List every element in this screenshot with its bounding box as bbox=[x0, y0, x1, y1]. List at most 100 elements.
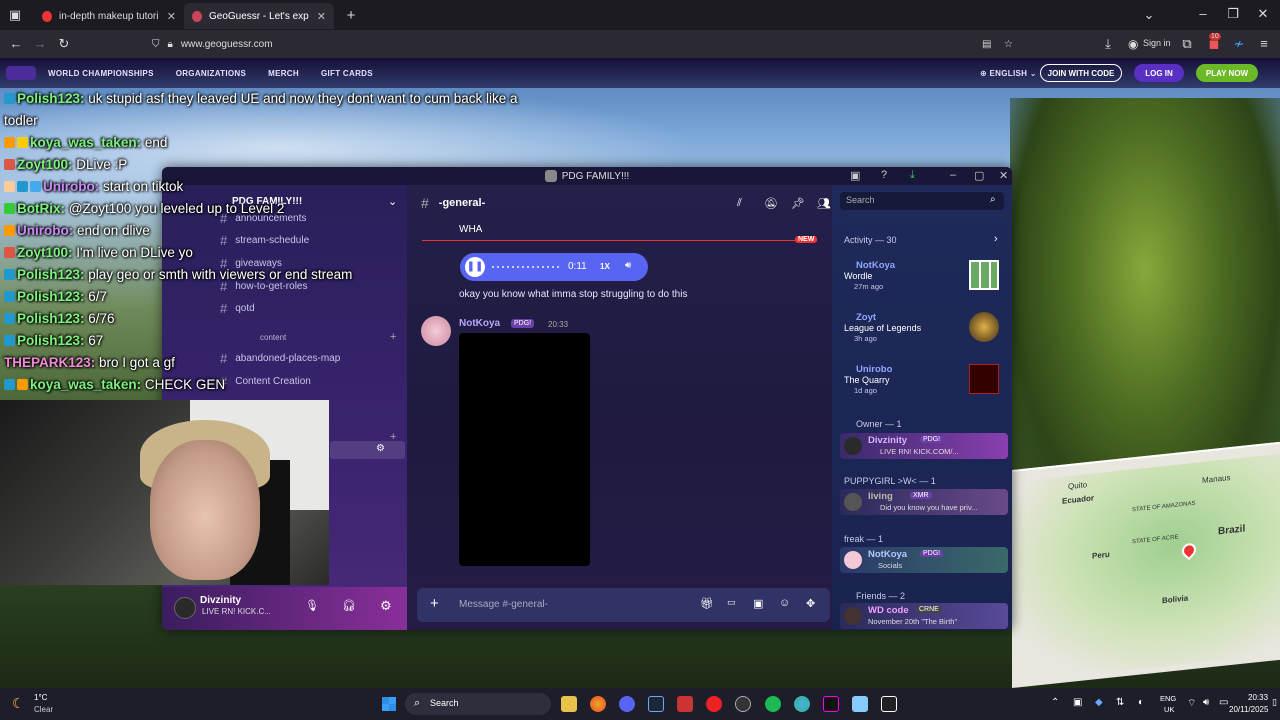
play-now-button[interactable]: PLAY NOW bbox=[1196, 64, 1258, 82]
geoguessr-logo[interactable] bbox=[6, 66, 36, 80]
mute-icon[interactable]: 🔕︎ bbox=[764, 197, 778, 210]
member-row[interactable]: NotKoya PDG! Socials bbox=[840, 547, 1008, 573]
app-icon[interactable] bbox=[852, 696, 868, 712]
nav-world-championships[interactable]: WORLD CHAMPIONSHIPS bbox=[48, 69, 154, 78]
battery-icon[interactable]: ▭ bbox=[1219, 697, 1228, 708]
avatar[interactable] bbox=[174, 597, 196, 619]
app-icon[interactable] bbox=[706, 696, 722, 712]
edge-icon[interactable] bbox=[794, 696, 810, 712]
settings-icon[interactable]: ⚙ bbox=[380, 598, 392, 614]
message-input[interactable]: Message #-general- bbox=[459, 599, 548, 610]
activity-item[interactable]: NotKoya Wordle 27m ago bbox=[844, 260, 1004, 306]
close-window-icon[interactable]: ✕ bbox=[1252, 6, 1274, 22]
server-icon bbox=[544, 170, 557, 182]
apps-icon[interactable]: ✥ bbox=[806, 597, 815, 610]
nav-merch[interactable]: MERCH bbox=[268, 69, 299, 78]
close-icon[interactable]: ✕ bbox=[167, 10, 176, 23]
help-icon[interactable]: ? bbox=[881, 169, 887, 181]
reader-icon[interactable]: ▤ bbox=[982, 39, 991, 50]
speed-button[interactable]: 1X bbox=[600, 262, 610, 271]
add-attachment-icon[interactable]: + bbox=[430, 595, 439, 612]
volume-icon[interactable]: 🔊︎ bbox=[625, 260, 631, 271]
chevron-down-icon[interactable]: ⌄ bbox=[1138, 7, 1160, 23]
nav-organizations[interactable]: ORGANIZATIONS bbox=[176, 69, 246, 78]
volume-icon[interactable]: 🔊︎ bbox=[1203, 697, 1209, 708]
tray-icon[interactable]: ◐ bbox=[1138, 697, 1144, 708]
forward-icon[interactable]: → bbox=[29, 36, 51, 51]
inbox-icon[interactable]: ▣ bbox=[850, 169, 860, 182]
usb-icon[interactable]: ⇅ bbox=[1116, 697, 1124, 708]
pin-icon[interactable]: 📌︎ bbox=[791, 197, 805, 210]
weather-icon[interactable]: ☾ bbox=[12, 695, 25, 712]
firefox-icon[interactable] bbox=[590, 696, 606, 712]
download-icon[interactable]: ⤓ bbox=[910, 169, 915, 182]
file-explorer-icon[interactable] bbox=[561, 696, 577, 712]
extensions-icon[interactable]: ⧉ bbox=[1176, 36, 1198, 52]
gif-icon[interactable]: ▭ bbox=[727, 597, 736, 608]
browser-toolbar: ← → ↻ ⛉ 🔒︎ www.geoguessr.com ▤ ☆ ⤓ ◉ Sig… bbox=[0, 30, 1280, 58]
tray-icon[interactable]: ◆ bbox=[1095, 697, 1103, 708]
discord-icon[interactable] bbox=[619, 696, 635, 712]
lang-line1[interactable]: ENG bbox=[1160, 694, 1176, 703]
tab-list-icon[interactable]: ▣ bbox=[4, 7, 26, 23]
maximize-icon[interactable]: ▢ bbox=[974, 169, 984, 182]
tab-makeup[interactable]: in-depth makeup tutorial �� ✕ bbox=[34, 3, 184, 29]
search-input[interactable]: Search ⌕ bbox=[840, 192, 1004, 210]
chevron-right-icon[interactable]: › bbox=[994, 233, 998, 245]
tiktok-icon[interactable] bbox=[823, 696, 839, 712]
language-select[interactable]: ⊕ ENGLISH ⌄ bbox=[980, 69, 1037, 78]
obs-icon[interactable] bbox=[735, 696, 751, 712]
headphones-icon[interactable]: 🎧︎ bbox=[342, 599, 356, 612]
selected-channel-row[interactable]: ⚙ bbox=[330, 441, 405, 459]
tray-icon[interactable]: ▣ bbox=[1073, 697, 1082, 708]
new-tab-button[interactable]: + bbox=[340, 7, 362, 24]
minimize-icon[interactable]: – bbox=[950, 169, 956, 181]
microphone-icon[interactable]: 🎙︎ bbox=[305, 599, 319, 612]
tab-geoguessr[interactable]: GeoGuessr - Let's explore the w ✕ bbox=[184, 3, 334, 29]
geoguessr-map[interactable]: Quito Ecuador Manaus STATE OF AMAZONAS P… bbox=[1012, 441, 1280, 688]
activity-item[interactable]: Zoyt League of Legends 3h ago bbox=[844, 312, 1004, 358]
threads-icon[interactable]: ⫽ bbox=[737, 197, 742, 210]
member-row[interactable]: Divzinity PDG! LIVE RN! KICK.COM/... bbox=[840, 433, 1008, 459]
extension-icon[interactable]: ≁ bbox=[1228, 36, 1250, 52]
settings-icon[interactable]: ⚙ bbox=[376, 443, 385, 454]
sign-in-button[interactable]: Sign in bbox=[1143, 38, 1171, 48]
chat-user: Polish123: bbox=[17, 289, 85, 304]
quarry-icon bbox=[969, 364, 999, 394]
download-icon[interactable]: ⤓ bbox=[1097, 36, 1119, 52]
member-row[interactable]: WD code CRNE November 20th "The Birth" bbox=[840, 603, 1008, 629]
sticker-icon[interactable]: ▣ bbox=[753, 597, 763, 610]
spotify-icon[interactable] bbox=[765, 696, 781, 712]
epic-icon[interactable] bbox=[881, 696, 897, 712]
windows-start-icon[interactable] bbox=[381, 696, 397, 712]
search-label: Search bbox=[430, 698, 459, 708]
member-row[interactable]: living XMR Did you know you have priv... bbox=[840, 489, 1008, 515]
activity-item[interactable]: Unirobo The Quarry 1d ago bbox=[844, 364, 1004, 410]
notification-icon[interactable]: ▯ bbox=[1272, 697, 1277, 708]
minimize-icon[interactable]: – bbox=[1192, 6, 1214, 21]
back-icon[interactable]: ← bbox=[5, 36, 27, 51]
nav-gift-cards[interactable]: GIFT CARDS bbox=[321, 69, 373, 78]
join-with-code-button[interactable]: JOIN WITH CODE bbox=[1040, 64, 1122, 82]
steam-icon[interactable] bbox=[648, 696, 664, 712]
close-icon[interactable]: ✕ bbox=[999, 169, 1008, 182]
clock-time[interactable]: 20:33 bbox=[1248, 693, 1268, 702]
taskbar-search[interactable]: ⌕ Search bbox=[405, 693, 551, 715]
maximize-icon[interactable]: ❐ bbox=[1222, 6, 1244, 22]
address-bar[interactable]: ⛉ 🔒︎ www.geoguessr.com ▤ ☆ bbox=[152, 33, 1022, 55]
members-icon[interactable]: 👥︎ bbox=[817, 197, 831, 210]
reload-icon[interactable]: ↻ bbox=[53, 36, 75, 52]
login-button[interactable]: LOG IN bbox=[1134, 64, 1184, 82]
close-icon[interactable]: ✕ bbox=[317, 10, 326, 23]
gift-icon[interactable]: 🎁︎ bbox=[700, 597, 714, 610]
search-placeholder: Search bbox=[846, 195, 875, 205]
map-land bbox=[1012, 453, 1280, 682]
menu-icon[interactable]: ≡ bbox=[1253, 36, 1275, 51]
chevron-up-icon[interactable]: ⌃ bbox=[1051, 697, 1059, 708]
app-icon[interactable] bbox=[677, 696, 693, 712]
bookmark-star-icon[interactable]: ☆ bbox=[1004, 39, 1013, 50]
chat-user: Polish123: bbox=[17, 267, 85, 282]
wifi-icon[interactable]: ⌔ bbox=[1187, 697, 1196, 710]
emoji-icon[interactable]: ☺ bbox=[779, 597, 790, 609]
account-icon[interactable]: ◉ bbox=[1128, 37, 1138, 51]
